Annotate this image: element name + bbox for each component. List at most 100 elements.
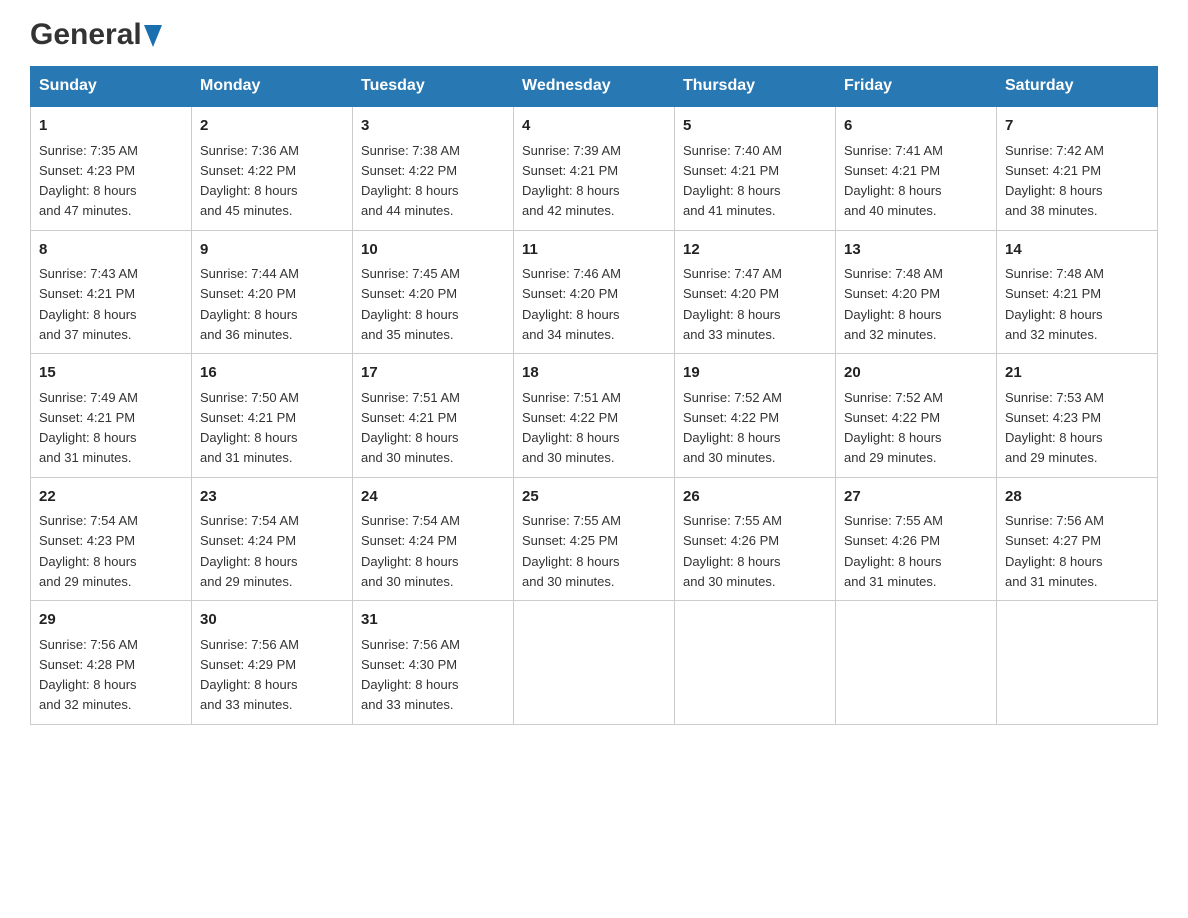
- day-info: Sunrise: 7:42 AMSunset: 4:21 PMDaylight:…: [1005, 143, 1104, 219]
- day-info: Sunrise: 7:38 AMSunset: 4:22 PMDaylight:…: [361, 143, 460, 219]
- day-info: Sunrise: 7:45 AMSunset: 4:20 PMDaylight:…: [361, 266, 460, 342]
- calendar-week-row: 8 Sunrise: 7:43 AMSunset: 4:21 PMDaylight…: [31, 230, 1158, 354]
- column-header-saturday: Saturday: [997, 67, 1158, 107]
- calendar-cell: 28 Sunrise: 7:56 AMSunset: 4:27 PMDayligh…: [997, 477, 1158, 601]
- day-number: 13: [844, 239, 988, 262]
- calendar-cell: 13 Sunrise: 7:48 AMSunset: 4:20 PMDayligh…: [836, 230, 997, 354]
- calendar-cell: 21 Sunrise: 7:53 AMSunset: 4:23 PMDayligh…: [997, 354, 1158, 478]
- day-number: 25: [522, 486, 666, 509]
- logo-general-text: General: [30, 20, 142, 50]
- calendar-week-row: 22 Sunrise: 7:54 AMSunset: 4:23 PMDayligh…: [31, 477, 1158, 601]
- day-number: 2: [200, 115, 344, 138]
- calendar-header-row: SundayMondayTuesdayWednesdayThursdayFrid…: [31, 67, 1158, 107]
- calendar-cell: 10 Sunrise: 7:45 AMSunset: 4:20 PMDayligh…: [353, 230, 514, 354]
- day-info: Sunrise: 7:46 AMSunset: 4:20 PMDaylight:…: [522, 266, 621, 342]
- day-info: Sunrise: 7:55 AMSunset: 4:26 PMDaylight:…: [844, 513, 943, 589]
- calendar-cell: 23Sunrise: 7:54 AMSunset: 4:24 PMDayligh…: [192, 477, 353, 601]
- day-number: 27: [844, 486, 988, 509]
- calendar-cell: 6Sunrise: 7:41 AMSunset: 4:21 PMDaylight…: [836, 106, 997, 230]
- logo-arrow-icon: [144, 25, 162, 47]
- calendar-week-row: 1Sunrise: 7:35 AMSunset: 4:23 PMDaylight…: [31, 106, 1158, 230]
- day-info: Sunrise: 7:56 AMSunset: 4:28 PMDaylight:…: [39, 637, 138, 713]
- day-info: Sunrise: 7:40 AMSunset: 4:21 PMDaylight:…: [683, 143, 782, 219]
- calendar-cell: 20 Sunrise: 7:52 AMSunset: 4:22 PMDayligh…: [836, 354, 997, 478]
- calendar-cell: 24 Sunrise: 7:54 AMSunset: 4:24 PMDayligh…: [353, 477, 514, 601]
- calendar-cell: 8 Sunrise: 7:43 AMSunset: 4:21 PMDaylight…: [31, 230, 192, 354]
- day-number: 20: [844, 362, 988, 385]
- day-number: 21: [1005, 362, 1149, 385]
- day-info: Sunrise: 7:48 AMSunset: 4:20 PMDaylight:…: [844, 266, 943, 342]
- day-number: 26: [683, 486, 827, 509]
- calendar-cell: 11 Sunrise: 7:46 AMSunset: 4:20 PMDayligh…: [514, 230, 675, 354]
- calendar-cell: [836, 601, 997, 725]
- day-number: 29: [39, 609, 183, 632]
- calendar-cell: 26Sunrise: 7:55 AMSunset: 4:26 PMDayligh…: [675, 477, 836, 601]
- calendar-cell: 16 Sunrise: 7:50 AMSunset: 4:21 PMDayligh…: [192, 354, 353, 478]
- day-info: Sunrise: 7:39 AMSunset: 4:21 PMDaylight:…: [522, 143, 621, 219]
- calendar-cell: [675, 601, 836, 725]
- day-number: 14: [1005, 239, 1149, 262]
- day-number: 5: [683, 115, 827, 138]
- calendar-week-row: 15Sunrise: 7:49 AMSunset: 4:21 PMDayligh…: [31, 354, 1158, 478]
- day-number: 22: [39, 486, 183, 509]
- column-header-monday: Monday: [192, 67, 353, 107]
- day-number: 24: [361, 486, 505, 509]
- day-info: Sunrise: 7:54 AMSunset: 4:23 PMDaylight:…: [39, 513, 138, 589]
- day-number: 8: [39, 239, 183, 262]
- day-number: 17: [361, 362, 505, 385]
- day-number: 30: [200, 609, 344, 632]
- day-info: Sunrise: 7:36 AMSunset: 4:22 PMDaylight:…: [200, 143, 299, 219]
- calendar-week-row: 29 Sunrise: 7:56 AMSunset: 4:28 PMDayligh…: [31, 601, 1158, 725]
- calendar-cell: 25Sunrise: 7:55 AMSunset: 4:25 PMDayligh…: [514, 477, 675, 601]
- calendar-cell: 22 Sunrise: 7:54 AMSunset: 4:23 PMDayligh…: [31, 477, 192, 601]
- calendar-cell: 15Sunrise: 7:49 AMSunset: 4:21 PMDayligh…: [31, 354, 192, 478]
- day-number: 7: [1005, 115, 1149, 138]
- day-info: Sunrise: 7:51 AMSunset: 4:21 PMDaylight:…: [361, 390, 460, 466]
- calendar-cell: 4 Sunrise: 7:39 AMSunset: 4:21 PMDaylight…: [514, 106, 675, 230]
- day-info: Sunrise: 7:52 AMSunset: 4:22 PMDaylight:…: [683, 390, 782, 466]
- day-info: Sunrise: 7:50 AMSunset: 4:21 PMDaylight:…: [200, 390, 299, 466]
- day-info: Sunrise: 7:51 AMSunset: 4:22 PMDaylight:…: [522, 390, 621, 466]
- day-info: Sunrise: 7:43 AMSunset: 4:21 PMDaylight:…: [39, 266, 138, 342]
- day-number: 12: [683, 239, 827, 262]
- calendar-cell: 3Sunrise: 7:38 AMSunset: 4:22 PMDaylight…: [353, 106, 514, 230]
- column-header-friday: Friday: [836, 67, 997, 107]
- day-number: 4: [522, 115, 666, 138]
- calendar-cell: 7 Sunrise: 7:42 AMSunset: 4:21 PMDaylight…: [997, 106, 1158, 230]
- day-info: Sunrise: 7:52 AMSunset: 4:22 PMDaylight:…: [844, 390, 943, 466]
- day-number: 11: [522, 239, 666, 262]
- day-number: 9: [200, 239, 344, 262]
- day-number: 16: [200, 362, 344, 385]
- day-info: Sunrise: 7:47 AMSunset: 4:20 PMDaylight:…: [683, 266, 782, 342]
- calendar-cell: 19 Sunrise: 7:52 AMSunset: 4:22 PMDayligh…: [675, 354, 836, 478]
- calendar-cell: [997, 601, 1158, 725]
- calendar-cell: [514, 601, 675, 725]
- day-info: Sunrise: 7:54 AMSunset: 4:24 PMDaylight:…: [200, 513, 299, 589]
- page-header: General: [30, 20, 1158, 46]
- day-info: Sunrise: 7:53 AMSunset: 4:23 PMDaylight:…: [1005, 390, 1104, 466]
- calendar-cell: 29 Sunrise: 7:56 AMSunset: 4:28 PMDayligh…: [31, 601, 192, 725]
- day-info: Sunrise: 7:54 AMSunset: 4:24 PMDaylight:…: [361, 513, 460, 589]
- column-header-wednesday: Wednesday: [514, 67, 675, 107]
- day-info: Sunrise: 7:35 AMSunset: 4:23 PMDaylight:…: [39, 143, 138, 219]
- day-number: 19: [683, 362, 827, 385]
- calendar-table: SundayMondayTuesdayWednesdayThursdayFrid…: [30, 66, 1158, 725]
- day-number: 18: [522, 362, 666, 385]
- calendar-cell: 14 Sunrise: 7:48 AMSunset: 4:21 PMDayligh…: [997, 230, 1158, 354]
- day-info: Sunrise: 7:44 AMSunset: 4:20 PMDaylight:…: [200, 266, 299, 342]
- calendar-cell: 12 Sunrise: 7:47 AMSunset: 4:20 PMDayligh…: [675, 230, 836, 354]
- column-header-thursday: Thursday: [675, 67, 836, 107]
- day-info: Sunrise: 7:56 AMSunset: 4:29 PMDaylight:…: [200, 637, 299, 713]
- calendar-cell: 27 Sunrise: 7:55 AMSunset: 4:26 PMDayligh…: [836, 477, 997, 601]
- calendar-cell: 31Sunrise: 7:56 AMSunset: 4:30 PMDayligh…: [353, 601, 514, 725]
- calendar-cell: 2 Sunrise: 7:36 AMSunset: 4:22 PMDaylight…: [192, 106, 353, 230]
- day-info: Sunrise: 7:48 AMSunset: 4:21 PMDaylight:…: [1005, 266, 1104, 342]
- day-info: Sunrise: 7:49 AMSunset: 4:21 PMDaylight:…: [39, 390, 138, 466]
- column-header-tuesday: Tuesday: [353, 67, 514, 107]
- day-number: 28: [1005, 486, 1149, 509]
- calendar-cell: 9 Sunrise: 7:44 AMSunset: 4:20 PMDaylight…: [192, 230, 353, 354]
- logo: General: [30, 20, 162, 46]
- day-number: 10: [361, 239, 505, 262]
- day-info: Sunrise: 7:56 AMSunset: 4:27 PMDaylight:…: [1005, 513, 1104, 589]
- calendar-cell: 30 Sunrise: 7:56 AMSunset: 4:29 PMDayligh…: [192, 601, 353, 725]
